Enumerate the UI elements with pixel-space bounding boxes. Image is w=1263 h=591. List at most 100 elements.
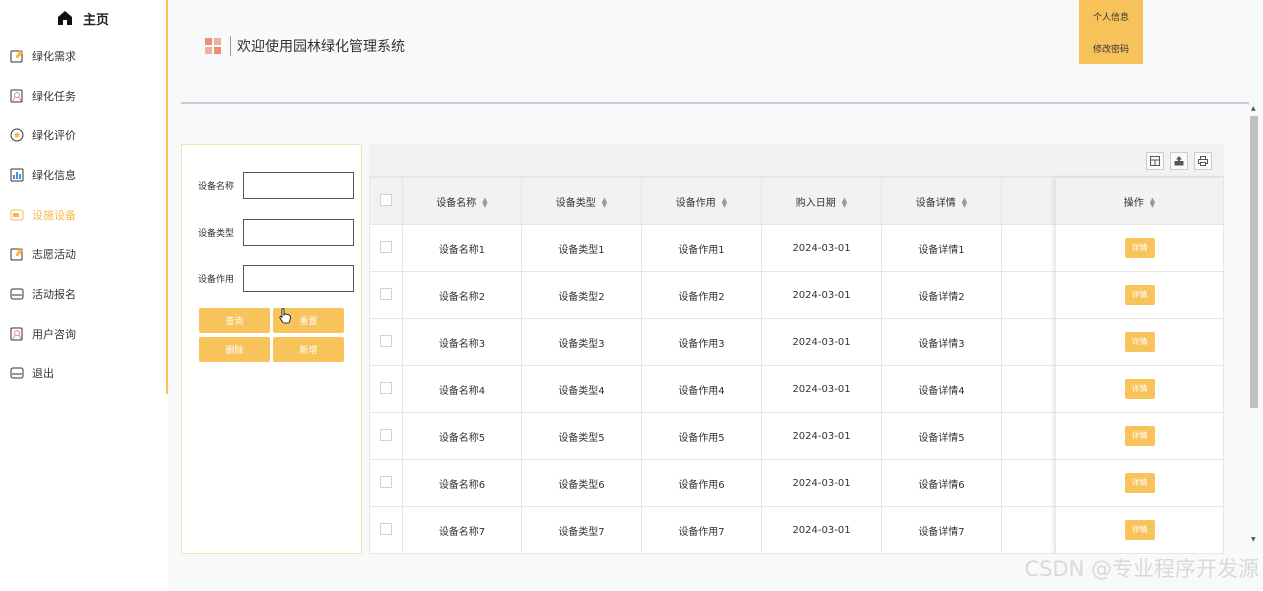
detail-button[interactable]: 详情 — [1124, 473, 1155, 493]
table-toolbar — [369, 144, 1224, 177]
personal-info-link[interactable]: 个人信息 — [1079, 0, 1143, 32]
column-header[interactable]: 设备作用 ▲ ▼ — [641, 177, 762, 225]
column-header[interactable]: 购入日期 ▲ ▼ — [761, 177, 882, 225]
operation-cell: 详情 — [1055, 318, 1224, 366]
sort-icon[interactable]: ▲▼ — [722, 196, 727, 208]
row-checkbox-cell[interactable] — [369, 271, 403, 319]
detail-button[interactable]: 详情 — [1124, 379, 1155, 399]
operation-row: 详情 — [1055, 271, 1224, 319]
sidebar-item-label: 绿化评价 — [32, 129, 76, 143]
sidebar-item-label: 志愿活动 — [32, 248, 76, 262]
print-icon[interactable] — [1194, 152, 1212, 170]
export-icon[interactable] — [1170, 152, 1188, 170]
device-table-panel: 设备名称▲▼设备类型▲▼设备作用▲▼购入日期▲▼设备详情▲▼检修▲▼ 设备名称1… — [369, 144, 1224, 554]
operation-cell: 详情 — [1055, 506, 1224, 554]
sidebar-item-5[interactable]: 设施设备 — [0, 195, 166, 235]
sidebar-item-2[interactable]: 绿化任务 — [0, 76, 166, 116]
device-type-input[interactable] — [243, 219, 354, 246]
row-checkbox-cell[interactable] — [369, 365, 403, 413]
scrollbar-thumb[interactable] — [1250, 116, 1258, 408]
detail-button[interactable]: 详情 — [1124, 426, 1155, 446]
column-header[interactable]: 设备详情 ▲ ▼ — [881, 177, 1002, 225]
search-panel: 设备名称 设备类型 设备作用 查询 重置 删除 新增 — [181, 144, 362, 554]
row-checkbox[interactable] — [380, 240, 392, 253]
row-checkbox[interactable] — [380, 428, 392, 441]
device-purpose-label: 设备作用 — [198, 275, 235, 285]
sidebar-item-label: 设施设备 — [32, 208, 76, 222]
sort-icon[interactable]: ▲▼ — [602, 196, 607, 208]
logo-icon — [205, 38, 221, 54]
select-all-checkbox[interactable] — [380, 193, 392, 206]
device-name-field: 设备名称 — [198, 172, 354, 199]
page-title: 欢迎使用园林绿化管理系统 — [237, 39, 405, 55]
table-cell: 设备名称5 — [402, 412, 522, 460]
row-checkbox[interactable] — [380, 522, 392, 535]
add-button[interactable]: 新增 — [273, 337, 344, 362]
sidebar-home[interactable]: 主页 — [0, 0, 166, 36]
sidebar-item-9[interactable]: 退出 — [0, 354, 166, 394]
sidebar-item-8[interactable]: 用户咨询 — [0, 314, 166, 354]
select-all-checkbox-cell[interactable] — [369, 177, 403, 225]
row-checkbox[interactable] — [380, 334, 392, 347]
row-checkbox-cell[interactable] — [369, 459, 403, 507]
sort-icon[interactable]: ▲▼ — [842, 196, 847, 208]
column-header[interactable]: 设备类型 ▲ ▼ — [521, 177, 642, 225]
sort-icon[interactable]: ▲▼ — [962, 196, 967, 208]
table-cell: 设备名称2 — [402, 271, 522, 319]
operation-cell: 详情 — [1055, 412, 1224, 460]
device-type-field: 设备类型 — [198, 219, 354, 246]
table-cell: 设备名称4 — [402, 365, 522, 413]
detail-button[interactable]: 详情 — [1124, 520, 1155, 540]
row-checkbox-cell[interactable] — [369, 318, 403, 366]
main-area: 欢迎使用园林绿化管理系统 个人信息 修改密码 设备名称 设备类型 设备作用 查询… — [168, 0, 1263, 591]
row-checkbox-cell[interactable] — [369, 412, 403, 460]
detail-button[interactable]: 详情 — [1124, 332, 1155, 352]
scroll-down-arrow-icon[interactable]: ▼ — [1251, 536, 1256, 543]
column-header-operation[interactable]: 操作 ▲ ▼ — [1055, 177, 1224, 225]
watermark: CSDN @专业程序开发源 — [1024, 557, 1259, 581]
sidebar-blank-area — [0, 394, 168, 591]
scroll-up-arrow-icon[interactable]: ▲ — [1251, 105, 1256, 112]
sidebar-item-3[interactable]: 绿化评价 — [0, 115, 166, 155]
header-divider — [181, 102, 1249, 104]
sidebar-home-label: 主页 — [82, 12, 109, 28]
device-name-label: 设备名称 — [198, 182, 235, 192]
detail-button[interactable]: 详情 — [1124, 285, 1155, 305]
query-button[interactable]: 查询 — [199, 308, 270, 333]
row-checkbox[interactable] — [380, 475, 392, 488]
change-password-link[interactable]: 修改密码 — [1079, 32, 1143, 64]
table-cell: 设备类型4 — [521, 365, 642, 413]
mail-icon — [10, 366, 24, 380]
detail-button[interactable]: 详情 — [1124, 238, 1155, 258]
device-name-input[interactable] — [243, 172, 354, 199]
sort-icon[interactable]: ▲▼ — [482, 196, 487, 208]
sidebar-item-6[interactable]: 志愿活动 — [0, 234, 166, 274]
table-cell: 设备名称1 — [402, 224, 522, 272]
table-cell: 2024-03-01 — [761, 318, 882, 366]
delete-button[interactable]: 删除 — [199, 337, 270, 362]
table-cell: 设备作用3 — [641, 318, 762, 366]
sidebar-item-7[interactable]: 活动报名 — [0, 274, 166, 314]
sidebar-item-label: 活动报名 — [32, 287, 76, 301]
sidebar-item-4[interactable]: 绿化信息 — [0, 155, 166, 195]
row-checkbox-cell[interactable] — [369, 224, 403, 272]
table-cell: 设备作用1 — [641, 224, 762, 272]
row-checkbox[interactable] — [380, 381, 392, 394]
table-cell: 设备名称7 — [402, 506, 522, 554]
sort-icon[interactable]: ▲▼ — [1150, 196, 1155, 208]
device-icon — [10, 208, 24, 222]
table-cell: 设备详情1 — [881, 224, 1002, 272]
column-header[interactable]: 设备名称 ▲ ▼ — [402, 177, 522, 225]
column-header-label: 设备名称 — [436, 197, 477, 209]
device-purpose-input[interactable] — [243, 265, 354, 292]
row-checkbox[interactable] — [380, 287, 392, 300]
mail-icon — [10, 287, 24, 301]
operation-cell: 详情 — [1055, 224, 1224, 272]
sidebar-item-label: 用户咨询 — [32, 327, 76, 341]
operation-row: 详情 — [1055, 365, 1224, 413]
columns-filter-icon[interactable] — [1146, 152, 1164, 170]
table-cell: 设备作用2 — [641, 271, 762, 319]
sidebar-item-1[interactable]: 绿化需求 — [0, 36, 166, 76]
row-checkbox-cell[interactable] — [369, 506, 403, 554]
table-cell: 设备详情2 — [881, 271, 1002, 319]
